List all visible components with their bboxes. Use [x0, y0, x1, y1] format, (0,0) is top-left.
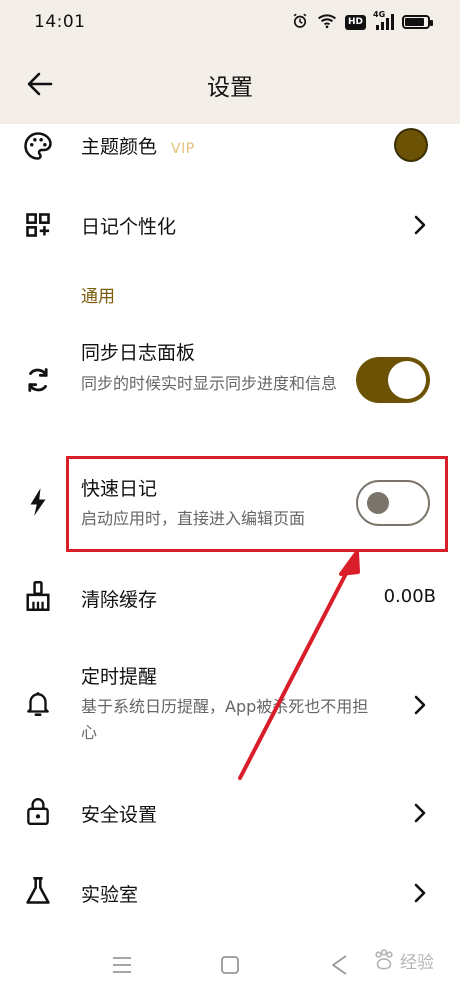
menu-button[interactable] [108, 951, 136, 979]
page-title: 设置 [207, 75, 253, 101]
lock-icon [22, 795, 54, 827]
alarm-icon [291, 12, 309, 33]
status-icons: HD 4G [291, 10, 433, 33]
diary-personalize-label: 日记个性化 [81, 216, 177, 238]
chevron-right-icon [412, 694, 428, 716]
hd-badge: HD [344, 14, 366, 30]
setting-theme-color[interactable]: 主题颜色 VIP [0, 124, 460, 174]
sync-panel-description: 同步的时候实时显示同步进度和信息 [81, 374, 338, 393]
chevron-right-icon [412, 214, 428, 236]
status-time: 14:01 [34, 12, 86, 32]
signal-icon: 4G [373, 10, 394, 30]
battery-icon [402, 15, 433, 29]
menu-icon [113, 957, 131, 973]
network-type-label: 4G [373, 10, 386, 19]
reminder-label: 定时提醒 [81, 666, 158, 688]
battery-level [405, 18, 424, 26]
setting-reminder[interactable]: 定时提醒 基于系统日历提醒，App被杀死也不用担心 [0, 650, 460, 760]
setting-lab[interactable]: 实验室 [0, 860, 460, 926]
back-triangle-icon [332, 955, 347, 975]
palette-icon [22, 130, 54, 162]
highlight-annotation-box [66, 456, 448, 552]
broom-icon [22, 580, 54, 612]
theme-color-swatch[interactable] [396, 130, 426, 160]
watermark: 经验 [371, 947, 434, 973]
flask-icon [22, 875, 54, 907]
chevron-right-icon [412, 802, 428, 824]
setting-sync-panel[interactable]: 同步日志面板 同步的时候实时显示同步进度和信息 [0, 330, 460, 430]
bell-icon [22, 688, 54, 720]
home-button[interactable] [216, 951, 244, 979]
lightning-icon [22, 486, 54, 518]
setting-label: 主题颜色 VIP [81, 132, 195, 159]
sync-panel-toggle[interactable] [356, 357, 430, 403]
clear-cache-label: 清除缓存 [81, 589, 158, 611]
theme-color-label: 主题颜色 [81, 136, 158, 158]
sync-panel-label: 同步日志面板 [81, 342, 196, 364]
app-bar: 设置 [0, 44, 460, 124]
paw-logo-icon [375, 949, 393, 970]
sync-icon [22, 364, 54, 396]
section-title-general: 通用 [81, 287, 115, 307]
setting-security[interactable]: 安全设置 [0, 780, 460, 846]
grid-add-icon [22, 209, 54, 241]
chevron-right-icon [412, 882, 428, 904]
toggle-knob [388, 361, 426, 399]
setting-diary-personalize[interactable]: 日记个性化 [0, 190, 460, 260]
lab-label: 实验室 [81, 884, 139, 906]
wifi-icon [317, 13, 337, 32]
watermark-text: 经验 [400, 952, 434, 973]
vip-badge: VIP [171, 141, 195, 157]
back-nav-button[interactable] [326, 951, 354, 979]
reminder-description: 基于系统日历提醒，App被杀死也不用担心 [81, 697, 369, 742]
setting-clear-cache[interactable]: 清除缓存 0.00B [0, 566, 460, 630]
security-label: 安全设置 [81, 804, 158, 826]
status-bar: 14:01 HD 4G [0, 0, 460, 44]
home-square-icon [221, 956, 239, 974]
cache-size-value: 0.00B [383, 586, 436, 607]
